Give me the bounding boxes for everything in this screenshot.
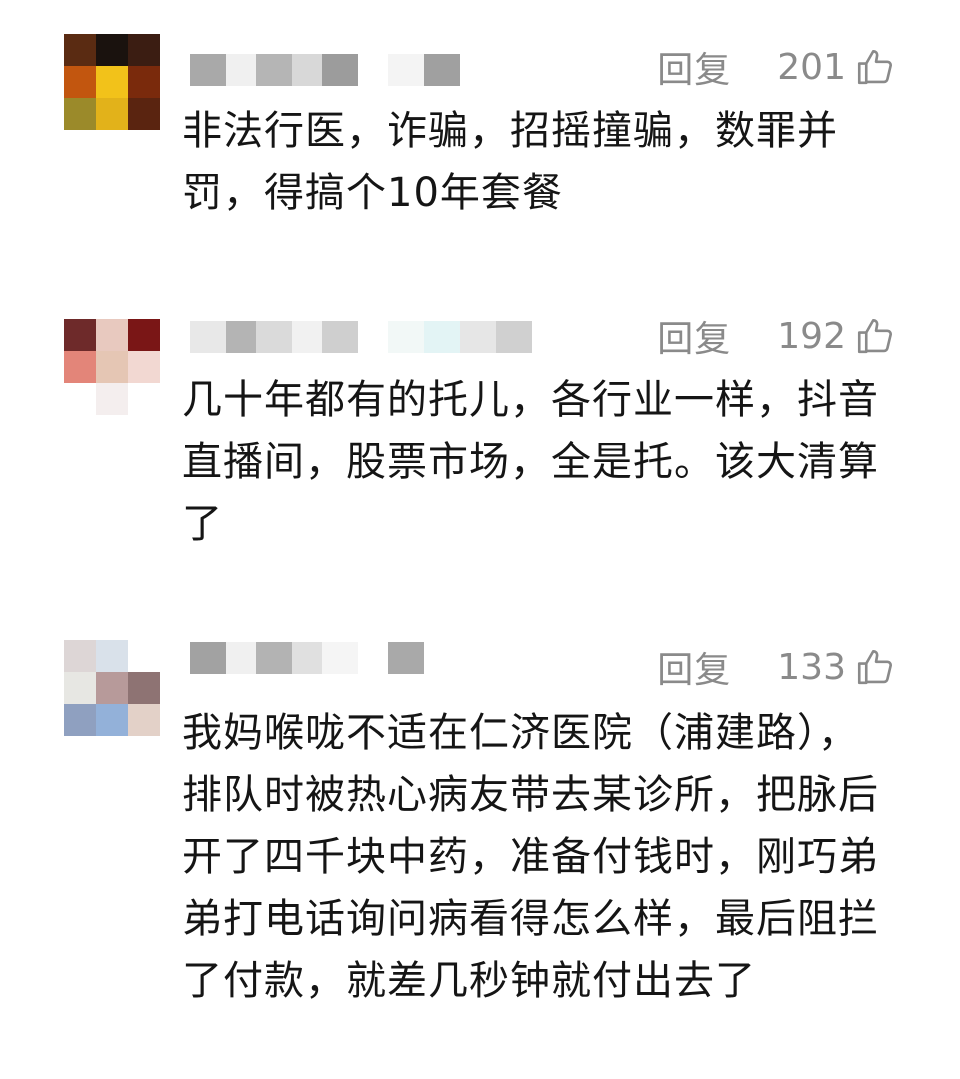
avatar-pixel — [128, 319, 160, 351]
avatar[interactable] — [64, 34, 160, 130]
avatar-pixel — [96, 383, 128, 415]
avatar-pixel — [128, 98, 160, 130]
avatar-pixel — [64, 704, 96, 736]
avatar-pixel — [64, 640, 96, 672]
reply-button[interactable]: 回复 — [657, 641, 731, 693]
comment-text: 几十年都有的托儿，各行业一样，抖音 直播间，股票市场，全是托。该大清算 了 — [182, 377, 879, 547]
avatar-pixel — [96, 34, 128, 66]
username-pixel — [358, 321, 388, 353]
username-pixel — [322, 321, 358, 353]
username-pixel — [190, 642, 226, 674]
thumbs-up-icon[interactable] — [854, 46, 896, 88]
thumbs-up-icon[interactable] — [854, 646, 896, 688]
thumbs-up-icon[interactable] — [854, 315, 896, 357]
username-pixel — [190, 54, 226, 86]
username-blurred[interactable] — [190, 50, 460, 90]
username-pixel — [256, 321, 292, 353]
username-pixel — [388, 54, 424, 86]
username-pixel — [226, 642, 256, 674]
avatar-pixel — [64, 34, 96, 66]
avatar-pixel — [128, 351, 160, 383]
like-count: 192 — [777, 315, 846, 357]
avatar-pixel — [64, 98, 96, 130]
avatar-pixel — [96, 319, 128, 351]
avatar-pixel — [96, 98, 128, 130]
avatar[interactable] — [64, 640, 160, 736]
avatar-pixel — [96, 704, 128, 736]
avatar-pixel — [64, 383, 96, 415]
username-pixel — [190, 321, 226, 353]
username-pixel — [322, 642, 358, 674]
username-pixel — [322, 54, 358, 86]
avatar-pixel — [128, 66, 160, 98]
avatar-pixel — [96, 672, 128, 704]
like-count: 201 — [777, 46, 846, 88]
avatar-pixel — [128, 704, 160, 736]
like-count: 133 — [777, 646, 846, 688]
avatar-pixel — [128, 640, 160, 672]
avatar-pixel — [96, 351, 128, 383]
username-blurred[interactable] — [190, 638, 424, 678]
username-blurred[interactable] — [190, 317, 532, 357]
comment-text: 非法行医，诈骗，招摇撞骗，数罪并 罚，得搞个10年套餐 — [182, 108, 838, 216]
avatar-pixel — [64, 66, 96, 98]
avatar-pixel — [128, 383, 160, 415]
avatar[interactable] — [64, 319, 160, 415]
avatar-pixel — [64, 351, 96, 383]
avatar-pixel — [96, 640, 128, 672]
username-pixel — [292, 54, 322, 86]
comment-actions: 回复 133 — [657, 642, 896, 692]
username-pixel — [292, 642, 322, 674]
username-pixel — [424, 54, 460, 86]
reply-button[interactable]: 回复 — [657, 310, 731, 362]
avatar-pixel — [128, 672, 160, 704]
username-pixel — [358, 642, 388, 674]
username-pixel — [388, 642, 424, 674]
username-pixel — [388, 321, 424, 353]
username-pixel — [424, 321, 460, 353]
avatar-pixel — [96, 66, 128, 98]
avatar-pixel — [64, 319, 96, 351]
username-pixel — [226, 54, 256, 86]
username-pixel — [256, 642, 292, 674]
username-pixel — [226, 321, 256, 353]
username-pixel — [256, 54, 292, 86]
username-pixel — [292, 321, 322, 353]
username-pixel — [358, 54, 388, 86]
username-pixel — [496, 321, 532, 353]
avatar-pixel — [64, 672, 96, 704]
username-pixel — [460, 321, 496, 353]
reply-button[interactable]: 回复 — [657, 41, 731, 93]
comment-actions: 回复 201 — [657, 42, 896, 92]
comment-text: 我妈喉咙不适在仁济医院（浦建路）， 排队时被热心病友带去某诊所，把脉后 开了四千… — [182, 710, 879, 1004]
comment-actions: 回复 192 — [657, 311, 896, 361]
avatar-pixel — [128, 34, 160, 66]
